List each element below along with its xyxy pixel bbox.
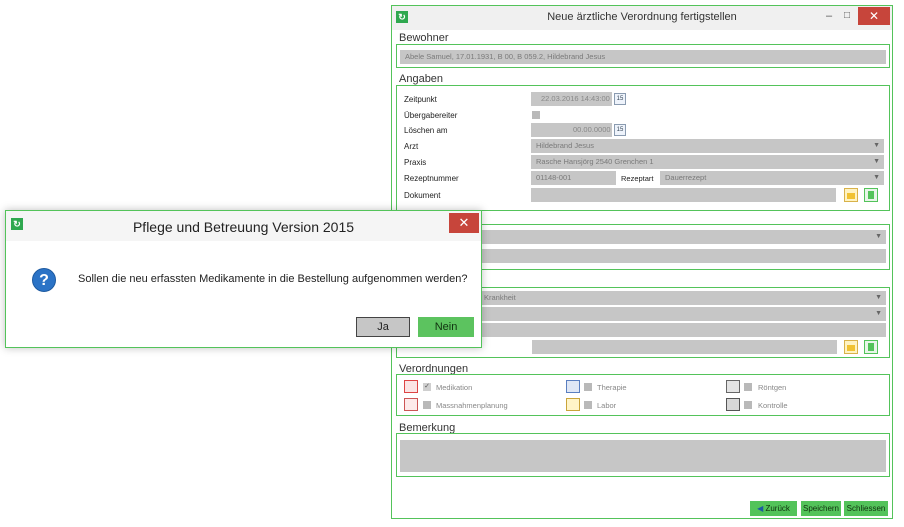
close-button[interactable]: ✕ xyxy=(858,7,890,25)
dokument-label: Dokument xyxy=(404,191,441,200)
back-button-label: Zurück xyxy=(765,504,790,513)
loeschen-field[interactable]: 00.00.0000 xyxy=(531,123,612,137)
krankheit-select[interactable]: Krankheit ▼ xyxy=(479,291,886,305)
yes-button[interactable]: Ja xyxy=(356,317,410,337)
confirm-dialog: ↻ Pflege und Betreuung Version 2015 ✕ ? … xyxy=(5,210,482,348)
rezeptnummer-field[interactable]: 01148-001 xyxy=(531,171,616,185)
minimize-button[interactable]: – xyxy=(820,9,838,25)
chevron-down-icon: ▼ xyxy=(875,310,882,317)
medikation-label: Medikation xyxy=(436,383,473,392)
bewohner-title: Bewohner xyxy=(399,32,449,44)
chevron-down-icon: ▼ xyxy=(875,233,882,240)
praxis-label: Praxis xyxy=(404,158,427,167)
labor-checkbox[interactable] xyxy=(584,401,592,409)
xray-icon xyxy=(726,380,740,393)
arrow-left-icon: ◀ xyxy=(757,504,764,513)
main-window-title: Neue ärztliche Verordnung fertigstellen xyxy=(547,11,737,23)
kontrolle-label: Kontrolle xyxy=(758,401,788,410)
massnahmenplanung-label: Massnahmenplanung xyxy=(436,401,508,410)
document-icon[interactable] xyxy=(864,188,878,202)
massnahmenplanung-checkbox[interactable] xyxy=(423,401,431,409)
therapie-label: Therapie xyxy=(597,383,627,392)
folder-icon[interactable] xyxy=(844,340,858,354)
arzt-select[interactable]: Hildebrand Jesus ▼ xyxy=(531,139,884,153)
kontrolle-checkbox[interactable] xyxy=(744,401,752,409)
rezeptart-value: Dauerrezept xyxy=(665,173,707,182)
praxis-select[interactable]: Rasche Hansjörg 2540 Grenchen 1 ▼ xyxy=(531,155,884,169)
labor-label: Labor xyxy=(597,401,617,410)
calendar-icon[interactable]: 15 xyxy=(614,124,626,136)
uebergabebereit-checkbox[interactable] xyxy=(532,111,540,119)
zeitpunkt-label: Zeitpunkt xyxy=(404,95,437,104)
rezeptart-label: Rezeptart xyxy=(621,174,654,183)
rezeptnummer-label: Rezeptnummer xyxy=(404,174,459,183)
medikation-checkbox[interactable]: ✓ xyxy=(423,383,431,391)
no-button[interactable]: Nein xyxy=(418,317,474,337)
loeschen-label: Löschen am xyxy=(404,126,448,135)
dialog-title: Pflege und Betreuung Version 2015 xyxy=(132,219,355,235)
uebergabebereit-label: Übergabereiter xyxy=(404,111,458,120)
lab-icon xyxy=(566,398,580,411)
therapy-icon xyxy=(566,380,580,393)
calendar-plan-icon xyxy=(404,398,418,411)
chevron-down-icon: ▼ xyxy=(873,158,880,165)
close-window-button[interactable]: Schliessen xyxy=(844,501,888,516)
hidden-field-1[interactable] xyxy=(479,249,886,263)
arzt-value: Hildebrand Jesus xyxy=(536,141,594,150)
chevron-down-icon: ▼ xyxy=(873,142,880,149)
dialog-close-button[interactable]: ✕ xyxy=(449,213,479,233)
bemerkung-box xyxy=(396,433,890,477)
krankheit-value: Krankheit xyxy=(484,293,516,302)
rezeptart-select[interactable]: Dauerrezept ▼ xyxy=(660,171,884,185)
hidden-document-field[interactable] xyxy=(532,340,837,354)
dokument-field[interactable] xyxy=(531,188,836,202)
control-icon xyxy=(726,398,740,411)
calendar-icon[interactable]: 15 xyxy=(614,93,626,105)
bewohner-box: Abele Samuel, 17.01.1931, B 00, B 059.2,… xyxy=(396,44,890,68)
dialog-message: Sollen die neu erfassten Medikamente in … xyxy=(78,273,468,285)
back-button[interactable]: ◀ Zurück xyxy=(750,501,797,516)
medication-icon xyxy=(404,380,418,393)
main-titlebar: ↻ Neue ärztliche Verordnung fertigstelle… xyxy=(392,6,892,30)
praxis-value: Rasche Hansjörg 2540 Grenchen 1 xyxy=(536,157,654,166)
roentgen-checkbox[interactable] xyxy=(744,383,752,391)
save-button[interactable]: Speichern xyxy=(801,501,841,516)
folder-icon[interactable] xyxy=(844,188,858,202)
chevron-down-icon: ▼ xyxy=(875,294,882,301)
question-icon: ? xyxy=(32,268,56,292)
roentgen-label: Röntgen xyxy=(758,383,787,392)
therapie-checkbox[interactable] xyxy=(584,383,592,391)
zeitpunkt-field[interactable]: 22.03.2016 14:43:00 xyxy=(531,92,612,106)
bemerkung-textarea[interactable] xyxy=(400,440,886,472)
hidden-field-2[interactable] xyxy=(479,323,886,337)
maximize-button[interactable]: □ xyxy=(838,9,856,25)
chevron-down-icon: ▼ xyxy=(873,174,880,181)
document-icon[interactable] xyxy=(864,340,878,354)
angaben-title: Angaben xyxy=(399,73,444,85)
hidden-select-1[interactable]: ▼ xyxy=(479,230,886,244)
bewohner-field[interactable]: Abele Samuel, 17.01.1931, B 00, B 059.2,… xyxy=(400,50,886,64)
arzt-label: Arzt xyxy=(404,142,419,151)
hidden-select-2[interactable]: ▼ xyxy=(479,307,886,321)
dialog-titlebar: ↻ Pflege und Betreuung Version 2015 ✕ xyxy=(6,211,481,241)
